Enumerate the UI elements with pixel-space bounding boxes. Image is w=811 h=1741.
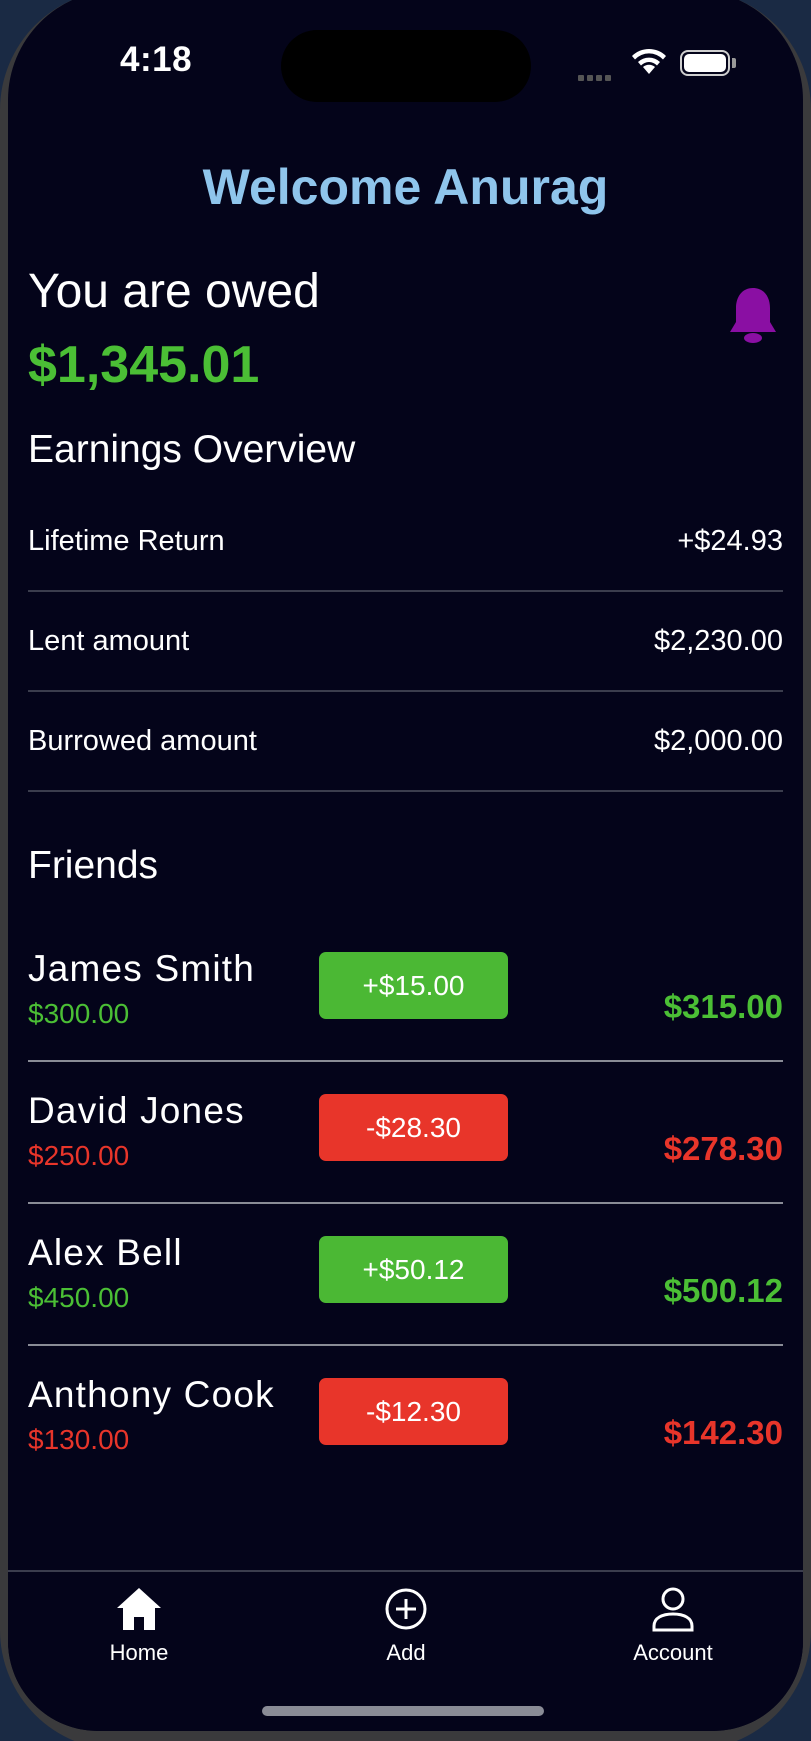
tab-add[interactable]: Add	[326, 1586, 486, 1666]
earnings-row: Burrowed amount $2,000.00	[28, 692, 783, 792]
friend-total-amount: $315.00	[663, 988, 783, 1025]
friend-name: Anthony Cook	[28, 1374, 275, 1415]
friends-title: Friends	[28, 844, 159, 887]
home-icon	[117, 1588, 161, 1630]
earnings-row-label: Burrowed amount	[28, 724, 257, 757]
earnings-row-label: Lent amount	[28, 624, 190, 657]
friend-base-amount: $250.00	[28, 1140, 130, 1171]
wifi-icon	[630, 48, 668, 81]
earnings-row-label: Lifetime Return	[28, 524, 225, 557]
friend-base-amount: $130.00	[28, 1424, 130, 1455]
friend-name: David Jones	[28, 1090, 245, 1131]
app-screen: 4:18 Welcome Anurag You are owed $1,345.…	[8, 0, 803, 1731]
earnings-row-value: $2,230.00	[653, 624, 783, 657]
friend-name: Alex Bell	[28, 1232, 183, 1273]
tab-account[interactable]: Account	[593, 1586, 753, 1666]
friend-change-badge[interactable]: -$28.30	[319, 1094, 508, 1161]
owed-amount: $1,345.01	[28, 336, 260, 394]
earnings-row: Lent amount $2,230.00	[28, 592, 783, 692]
add-circle-icon	[385, 1588, 427, 1630]
friend-total-amount: $142.30	[663, 1414, 783, 1451]
friend-change-badge[interactable]: -$12.30	[319, 1378, 508, 1445]
tab-account-label: Account	[633, 1640, 713, 1665]
device-frame: 4:18 Welcome Anurag You are owed $1,345.…	[0, 0, 811, 1741]
friend-base-amount: $450.00	[28, 1282, 130, 1313]
person-icon	[652, 1587, 694, 1632]
owed-label: You are owed	[28, 265, 320, 318]
friend-total-amount: $278.30	[663, 1130, 783, 1167]
battery-tip	[732, 58, 736, 68]
battery-icon	[680, 50, 730, 76]
friend-total-amount: $500.12	[663, 1272, 783, 1309]
earnings-row-value: +$24.93	[677, 524, 783, 557]
earnings-overview-title: Earnings Overview	[28, 428, 356, 471]
cellular-signal-icon	[578, 68, 614, 86]
friend-change-badge[interactable]: +$50.12	[319, 1236, 508, 1303]
tab-home-label: Home	[109, 1640, 169, 1665]
friend-base-amount: $300.00	[28, 998, 130, 1029]
home-indicator[interactable]	[262, 1706, 544, 1716]
tab-home[interactable]: Home	[59, 1586, 219, 1666]
friend-row-anthony-cook[interactable]: Anthony Cook $130.00 -$12.30 $142.30	[28, 1346, 783, 1488]
tab-add-label: Add	[386, 1640, 426, 1665]
dynamic-island	[281, 30, 531, 102]
welcome-title: Welcome Anurag	[202, 159, 609, 215]
friend-name: James Smith	[28, 948, 256, 989]
earnings-row-value: $2,000.00	[653, 724, 783, 757]
friend-change-badge[interactable]: +$15.00	[319, 952, 508, 1019]
friend-row-david-jones[interactable]: David Jones $250.00 -$28.30 $278.30	[28, 1062, 783, 1204]
friend-row-alex-bell[interactable]: Alex Bell $450.00 +$50.12 $500.12	[28, 1204, 783, 1346]
status-time: 4:18	[120, 40, 193, 79]
friend-row-james-smith[interactable]: James Smith $300.00 +$15.00 $315.00	[28, 920, 783, 1062]
bell-icon[interactable]	[728, 286, 778, 351]
earnings-row: Lifetime Return +$24.93	[28, 492, 783, 592]
